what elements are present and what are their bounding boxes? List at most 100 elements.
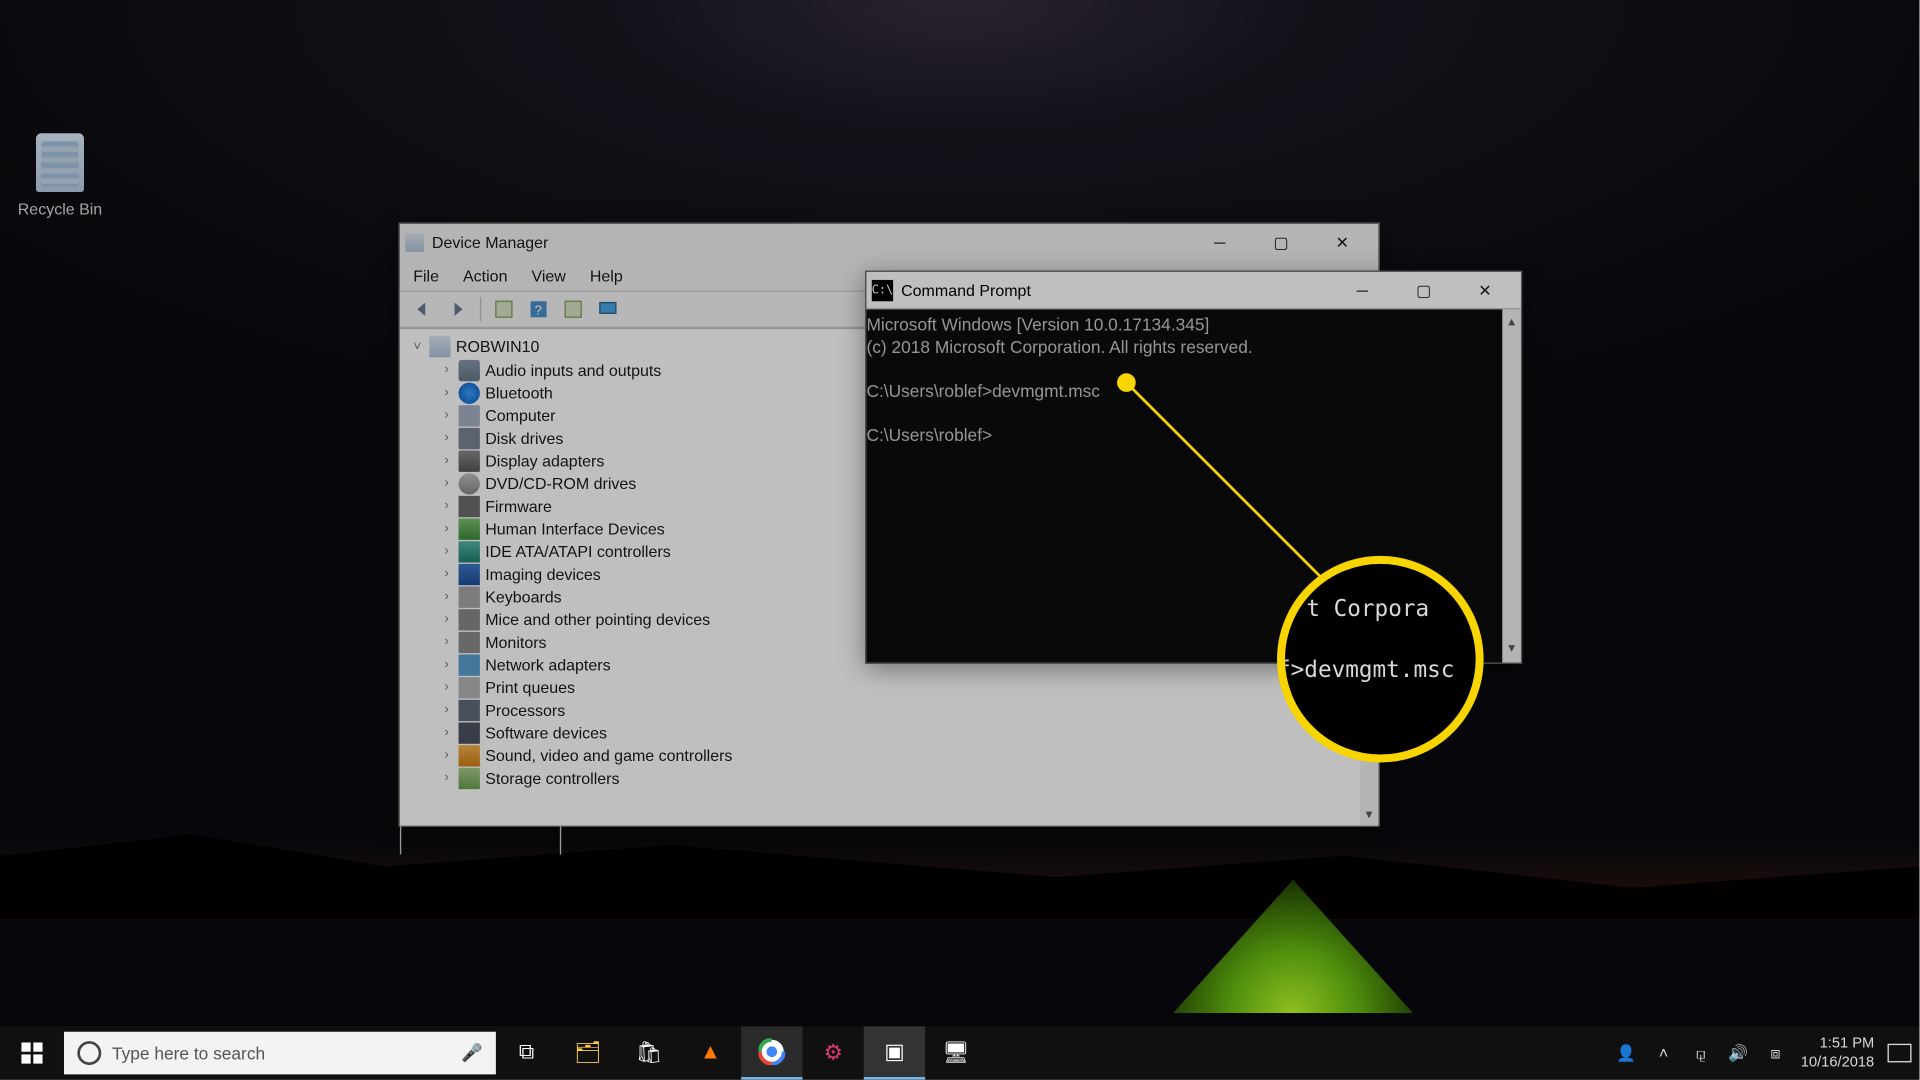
storage-icon [459,767,480,788]
terminal-icon[interactable]: ▣ [864,1026,925,1079]
search-box[interactable]: Type here to search 🎤 [64,1032,496,1075]
hid-icon [459,518,480,539]
scroll-down-icon[interactable]: ▾ [1363,805,1375,825]
menu-help[interactable]: Help [590,267,623,286]
clock[interactable]: 1:51 PM 10/16/2018 [1801,1034,1874,1071]
collapse-icon[interactable]: ˅ [411,339,424,354]
forward-button[interactable] [443,295,472,324]
cmd-scrollbar[interactable]: ▴▾ [1502,309,1521,662]
expand-icon[interactable]: › [440,702,453,717]
tree-item-print[interactable]: ›Print queues [400,676,1378,699]
cmd-titlebar[interactable]: C:\ Command Prompt ─ ▢ ✕ [866,272,1521,309]
help-button[interactable]: ? [524,295,553,324]
close-button[interactable]: ✕ [1454,271,1515,308]
devmgr-title: Device Manager [432,233,548,252]
root-label: ROBWIN10 [456,337,540,356]
monitor-icon [459,631,480,652]
people-icon[interactable]: 👤 [1614,1044,1638,1063]
printer-icon [459,676,480,697]
expand-icon[interactable]: › [440,521,453,536]
expand-icon[interactable]: › [440,589,453,604]
menu-action[interactable]: Action [463,267,507,286]
menu-file[interactable]: File [413,267,439,286]
expand-icon[interactable]: › [440,725,453,740]
recycle-bin-label: Recycle Bin [13,200,106,219]
wallpaper-tent [1173,880,1413,1013]
network-icon[interactable]: ⚼ [1689,1043,1713,1063]
expand-icon[interactable]: › [440,567,453,582]
expand-icon[interactable]: › [440,453,453,468]
vlc-icon[interactable]: ▲ [680,1026,741,1079]
devmgr-titlebar[interactable]: Device Manager ─ ▢ ✕ [400,224,1378,261]
audio-icon [459,359,480,380]
settings-gear-icon[interactable]: ⚙ [802,1026,863,1079]
menu-view[interactable]: View [531,267,565,286]
recycle-bin[interactable]: Recycle Bin [13,133,106,218]
properties-button[interactable] [489,295,518,324]
device-manager-taskbar-icon[interactable]: 🖥 [925,1026,986,1079]
tree-item-software[interactable]: ›Software devices [400,721,1378,744]
expand-icon[interactable]: › [440,363,453,378]
maximize-button[interactable]: ▢ [1393,271,1454,308]
tray-chevron-icon[interactable]: ˄ [1652,1044,1676,1063]
mic-icon[interactable]: 🎤 [461,1042,483,1063]
file-explorer-icon[interactable]: 🗂 [557,1026,618,1079]
scroll-up-icon[interactable]: ▴ [1506,309,1518,336]
cmd-icon: C:\ [872,279,893,300]
imaging-icon [459,563,480,584]
tree-item-sound[interactable]: ›Sound, video and game controllers [400,744,1378,767]
dvd-icon [459,473,480,494]
expand-icon[interactable]: › [440,748,453,763]
sound-icon [459,744,480,765]
minimize-button[interactable]: ─ [1189,224,1250,261]
expand-icon[interactable]: › [440,612,453,627]
minimize-button[interactable]: ─ [1332,271,1393,308]
chrome-icon-svg [758,1038,785,1065]
expand-icon[interactable]: › [440,431,453,446]
recycle-bin-icon [36,133,84,192]
cortana-icon [77,1041,101,1065]
mouse-icon [459,609,480,630]
disk-icon [459,427,480,448]
command-prompt-window[interactable]: C:\ Command Prompt ─ ▢ ✕ Microsoft Windo… [865,271,1522,664]
notifications-icon[interactable] [1888,1044,1912,1063]
maximize-button[interactable]: ▢ [1250,224,1311,261]
scan-button[interactable] [559,295,588,324]
expand-icon[interactable]: › [440,385,453,400]
expand-icon[interactable]: › [440,770,453,785]
bluetooth-icon [459,382,480,403]
desktop: Recycle Bin Device Manager ─ ▢ ✕ File Ac… [0,0,1920,1080]
system-tray[interactable]: 👤 ˄ ⚼ 🔊 ⧈ 1:51 PM 10/16/2018 [1614,1034,1919,1071]
cmd-output[interactable]: Microsoft Windows [Version 10.0.17134.34… [866,309,1521,662]
display-icon [459,450,480,471]
status-bar [400,825,1378,854]
tree-item-processors[interactable]: ›Processors [400,698,1378,721]
computer-icon [459,405,480,426]
devmgr-icon [405,233,424,252]
store-icon[interactable]: 🛍 [619,1026,680,1079]
back-button[interactable] [408,295,437,324]
start-button[interactable] [0,1026,64,1079]
tree-item-storage[interactable]: ›Storage controllers [400,766,1378,789]
chrome-icon[interactable] [741,1026,802,1079]
expand-icon[interactable]: › [440,657,453,672]
clock-date: 10/16/2018 [1801,1053,1874,1072]
close-button[interactable]: ✕ [1312,224,1373,261]
expand-icon[interactable]: › [440,499,453,514]
scroll-down-icon[interactable]: ▾ [1506,636,1518,663]
computer-icon [429,336,450,357]
software-icon [459,722,480,743]
task-view-button[interactable]: ⧉ [496,1026,557,1079]
keyboard-icon [459,586,480,607]
expand-icon[interactable]: › [440,476,453,491]
expand-icon[interactable]: › [440,408,453,423]
expand-icon[interactable]: › [440,544,453,559]
taskbar[interactable]: Type here to search 🎤 ⧉ 🗂 🛍 ▲ ⚙ ▣ 🖥 👤 ˄ … [0,1026,1920,1079]
monitor-button[interactable] [593,295,622,324]
expand-icon[interactable]: › [440,635,453,650]
expand-icon[interactable]: › [440,680,453,695]
dropbox-icon[interactable]: ⧈ [1763,1043,1787,1063]
clock-time: 1:51 PM [1801,1034,1874,1053]
cmd-title: Command Prompt [901,281,1031,300]
volume-icon[interactable]: 🔊 [1726,1044,1750,1063]
